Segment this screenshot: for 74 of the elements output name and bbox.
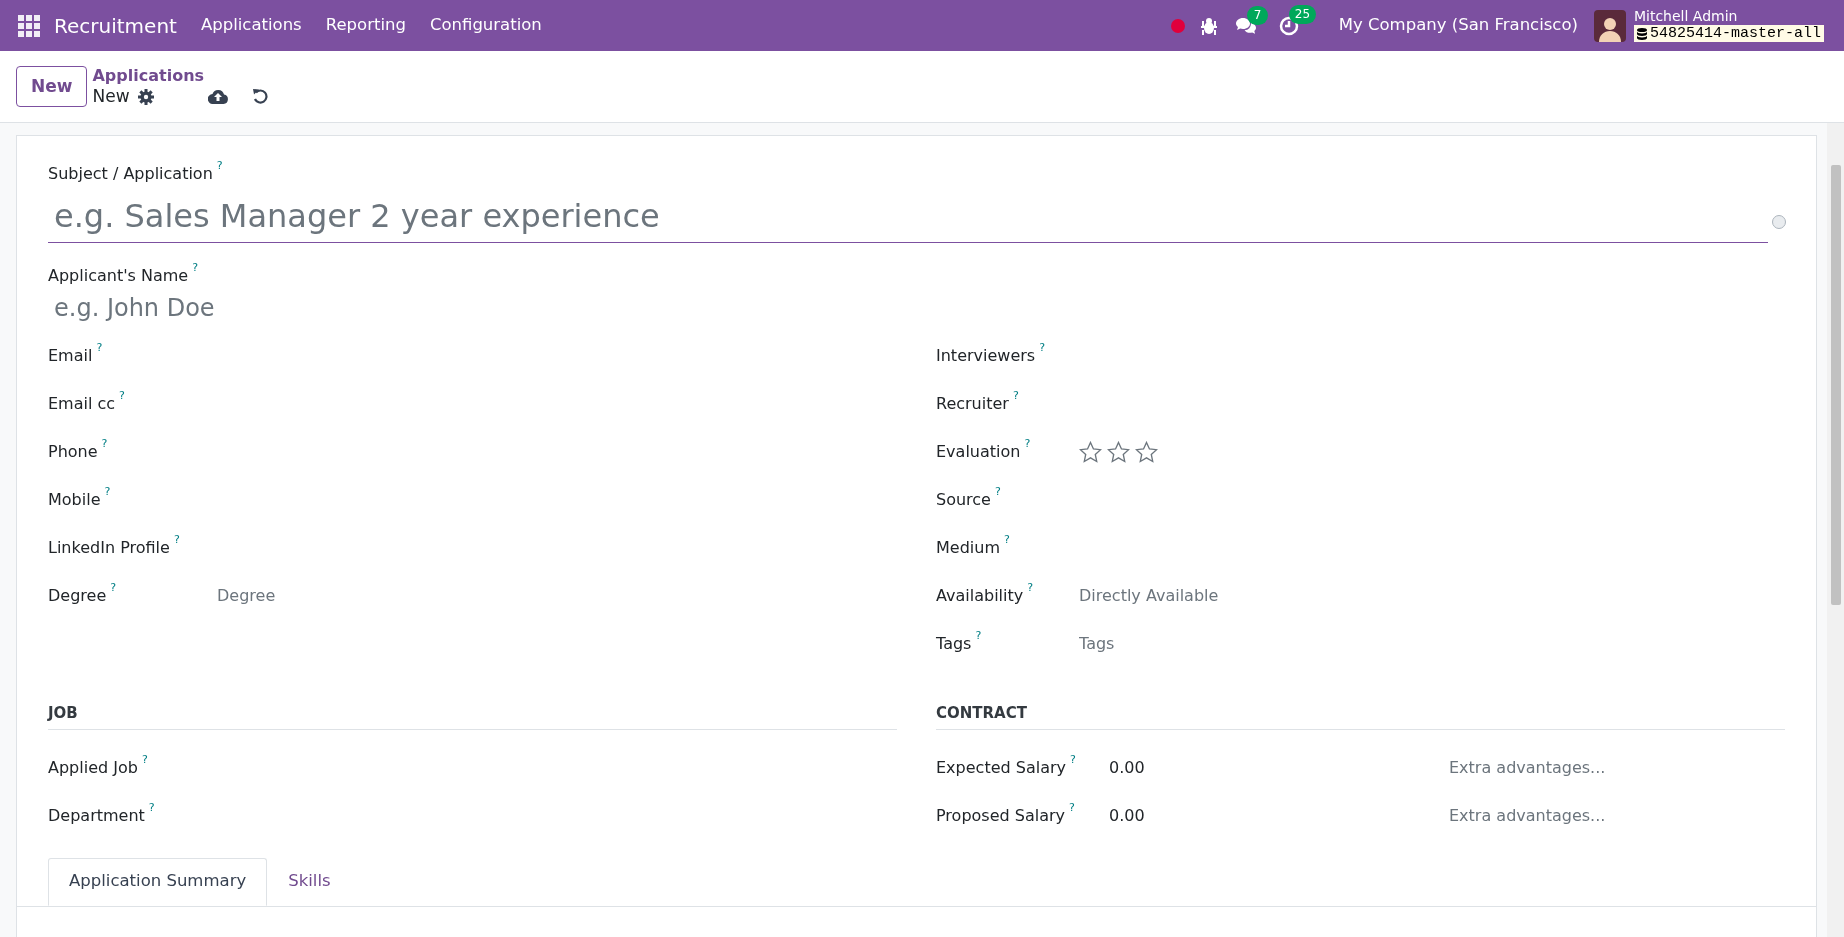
- help-tooltip[interactable]: ?: [110, 582, 117, 593]
- company-switcher[interactable]: My Company (San Francisco): [1338, 13, 1578, 38]
- help-tooltip[interactable]: ?: [1004, 534, 1010, 545]
- form-tab[interactable]: Application Summary: [48, 857, 268, 906]
- bug-icon[interactable]: [1200, 16, 1217, 35]
- new-button[interactable]: New: [16, 66, 88, 107]
- field-label: Applicant's Name: [48, 265, 189, 287]
- help-tooltip[interactable]: ?: [148, 801, 155, 813]
- help-tooltip[interactable]: ?: [96, 342, 103, 353]
- field-label: Evaluation: [936, 441, 1021, 463]
- section-heading: JOB: [48, 702, 897, 730]
- field-label: Availability: [936, 585, 1024, 607]
- section-heading: CONTRACT: [936, 702, 1785, 730]
- extra-advantages-input-field[interactable]: Extra advantages...: [1449, 803, 1785, 828]
- salary-input-field[interactable]: 0.00: [1109, 755, 1449, 780]
- text-input-field[interactable]: Tags: [1079, 632, 1785, 656]
- scrollbar[interactable]: [1827, 123, 1844, 937]
- user-avatar[interactable]: [1593, 9, 1626, 42]
- field-label: Phone: [48, 441, 98, 463]
- user-name[interactable]: Mitchell Admin: [1633, 9, 1824, 23]
- help-tooltip[interactable]: ?: [101, 438, 108, 449]
- field-label: Medium: [936, 537, 1000, 559]
- help-tooltip[interactable]: ?: [216, 160, 223, 171]
- database-badge: 54825414-master-all: [1633, 25, 1824, 42]
- help-tooltip[interactable]: ?: [1024, 438, 1031, 449]
- field-label: Email: [48, 345, 93, 367]
- record-title: New: [92, 85, 130, 108]
- help-tooltip[interactable]: ?: [994, 486, 1001, 497]
- star-icon[interactable]: [1079, 441, 1102, 463]
- field-label: Proposed Salary: [936, 804, 1065, 827]
- nav-menu-item[interactable]: Configuration: [417, 13, 554, 38]
- field-label: Department: [48, 804, 145, 827]
- nav-menu-item[interactable]: Reporting: [313, 13, 418, 38]
- field-label: LinkedIn Profile: [48, 537, 170, 559]
- star-icon[interactable]: [1107, 441, 1130, 463]
- database-icon: [1636, 27, 1647, 40]
- field-label: Expected Salary: [936, 756, 1066, 779]
- field-label: Tags: [936, 633, 972, 655]
- field-label: Source: [936, 489, 991, 511]
- star-icon[interactable]: [1135, 441, 1158, 463]
- field-label: Applied Job: [48, 756, 138, 779]
- help-tooltip[interactable]: ?: [1069, 801, 1075, 813]
- help-tooltip[interactable]: ?: [141, 753, 148, 765]
- field-label: Mobile: [48, 489, 101, 511]
- text-input-field[interactable]: Directly Available: [1079, 584, 1785, 608]
- help-tooltip[interactable]: ?: [1039, 342, 1045, 353]
- field-label: Email cc: [48, 393, 116, 415]
- help-tooltip[interactable]: ?: [1012, 390, 1019, 401]
- applicant-name-input-field[interactable]: e.g. John Doe: [48, 290, 648, 326]
- subject-input-field[interactable]: e.g. Sales Manager 2 year experience: [48, 190, 1768, 243]
- help-tooltip[interactable]: ?: [192, 262, 199, 273]
- message-count-badge: 7: [1246, 5, 1269, 25]
- extra-advantages-input-field[interactable]: Extra advantages...: [1449, 755, 1785, 780]
- help-tooltip[interactable]: ?: [173, 534, 180, 545]
- help-tooltip[interactable]: ?: [1070, 753, 1076, 765]
- cloud-upload-icon[interactable]: [207, 89, 228, 104]
- field-label: Degree: [48, 585, 107, 607]
- breadcrumb-link[interactable]: Applications: [92, 65, 269, 86]
- form-tab[interactable]: Skills: [267, 857, 352, 906]
- activity-count-badge: 25: [1288, 4, 1317, 24]
- help-tooltip[interactable]: ?: [119, 390, 125, 401]
- text-input-field[interactable]: Degree: [217, 584, 897, 608]
- field-label: Interviewers: [936, 345, 1036, 367]
- help-tooltip[interactable]: ?: [104, 486, 111, 497]
- help-tooltip[interactable]: ?: [975, 630, 982, 641]
- field-label: Subject / Application: [48, 163, 213, 185]
- apps-menu-icon[interactable]: [18, 14, 40, 37]
- app-title[interactable]: Recruitment: [54, 10, 177, 41]
- nav-menu-item[interactable]: Applications: [188, 13, 314, 38]
- salary-input-field[interactable]: 0.00: [1109, 803, 1449, 828]
- undo-icon[interactable]: [251, 88, 269, 105]
- settings-icon[interactable]: [137, 88, 154, 105]
- help-tooltip[interactable]: ?: [1027, 582, 1034, 593]
- field-label: Recruiter: [936, 393, 1009, 415]
